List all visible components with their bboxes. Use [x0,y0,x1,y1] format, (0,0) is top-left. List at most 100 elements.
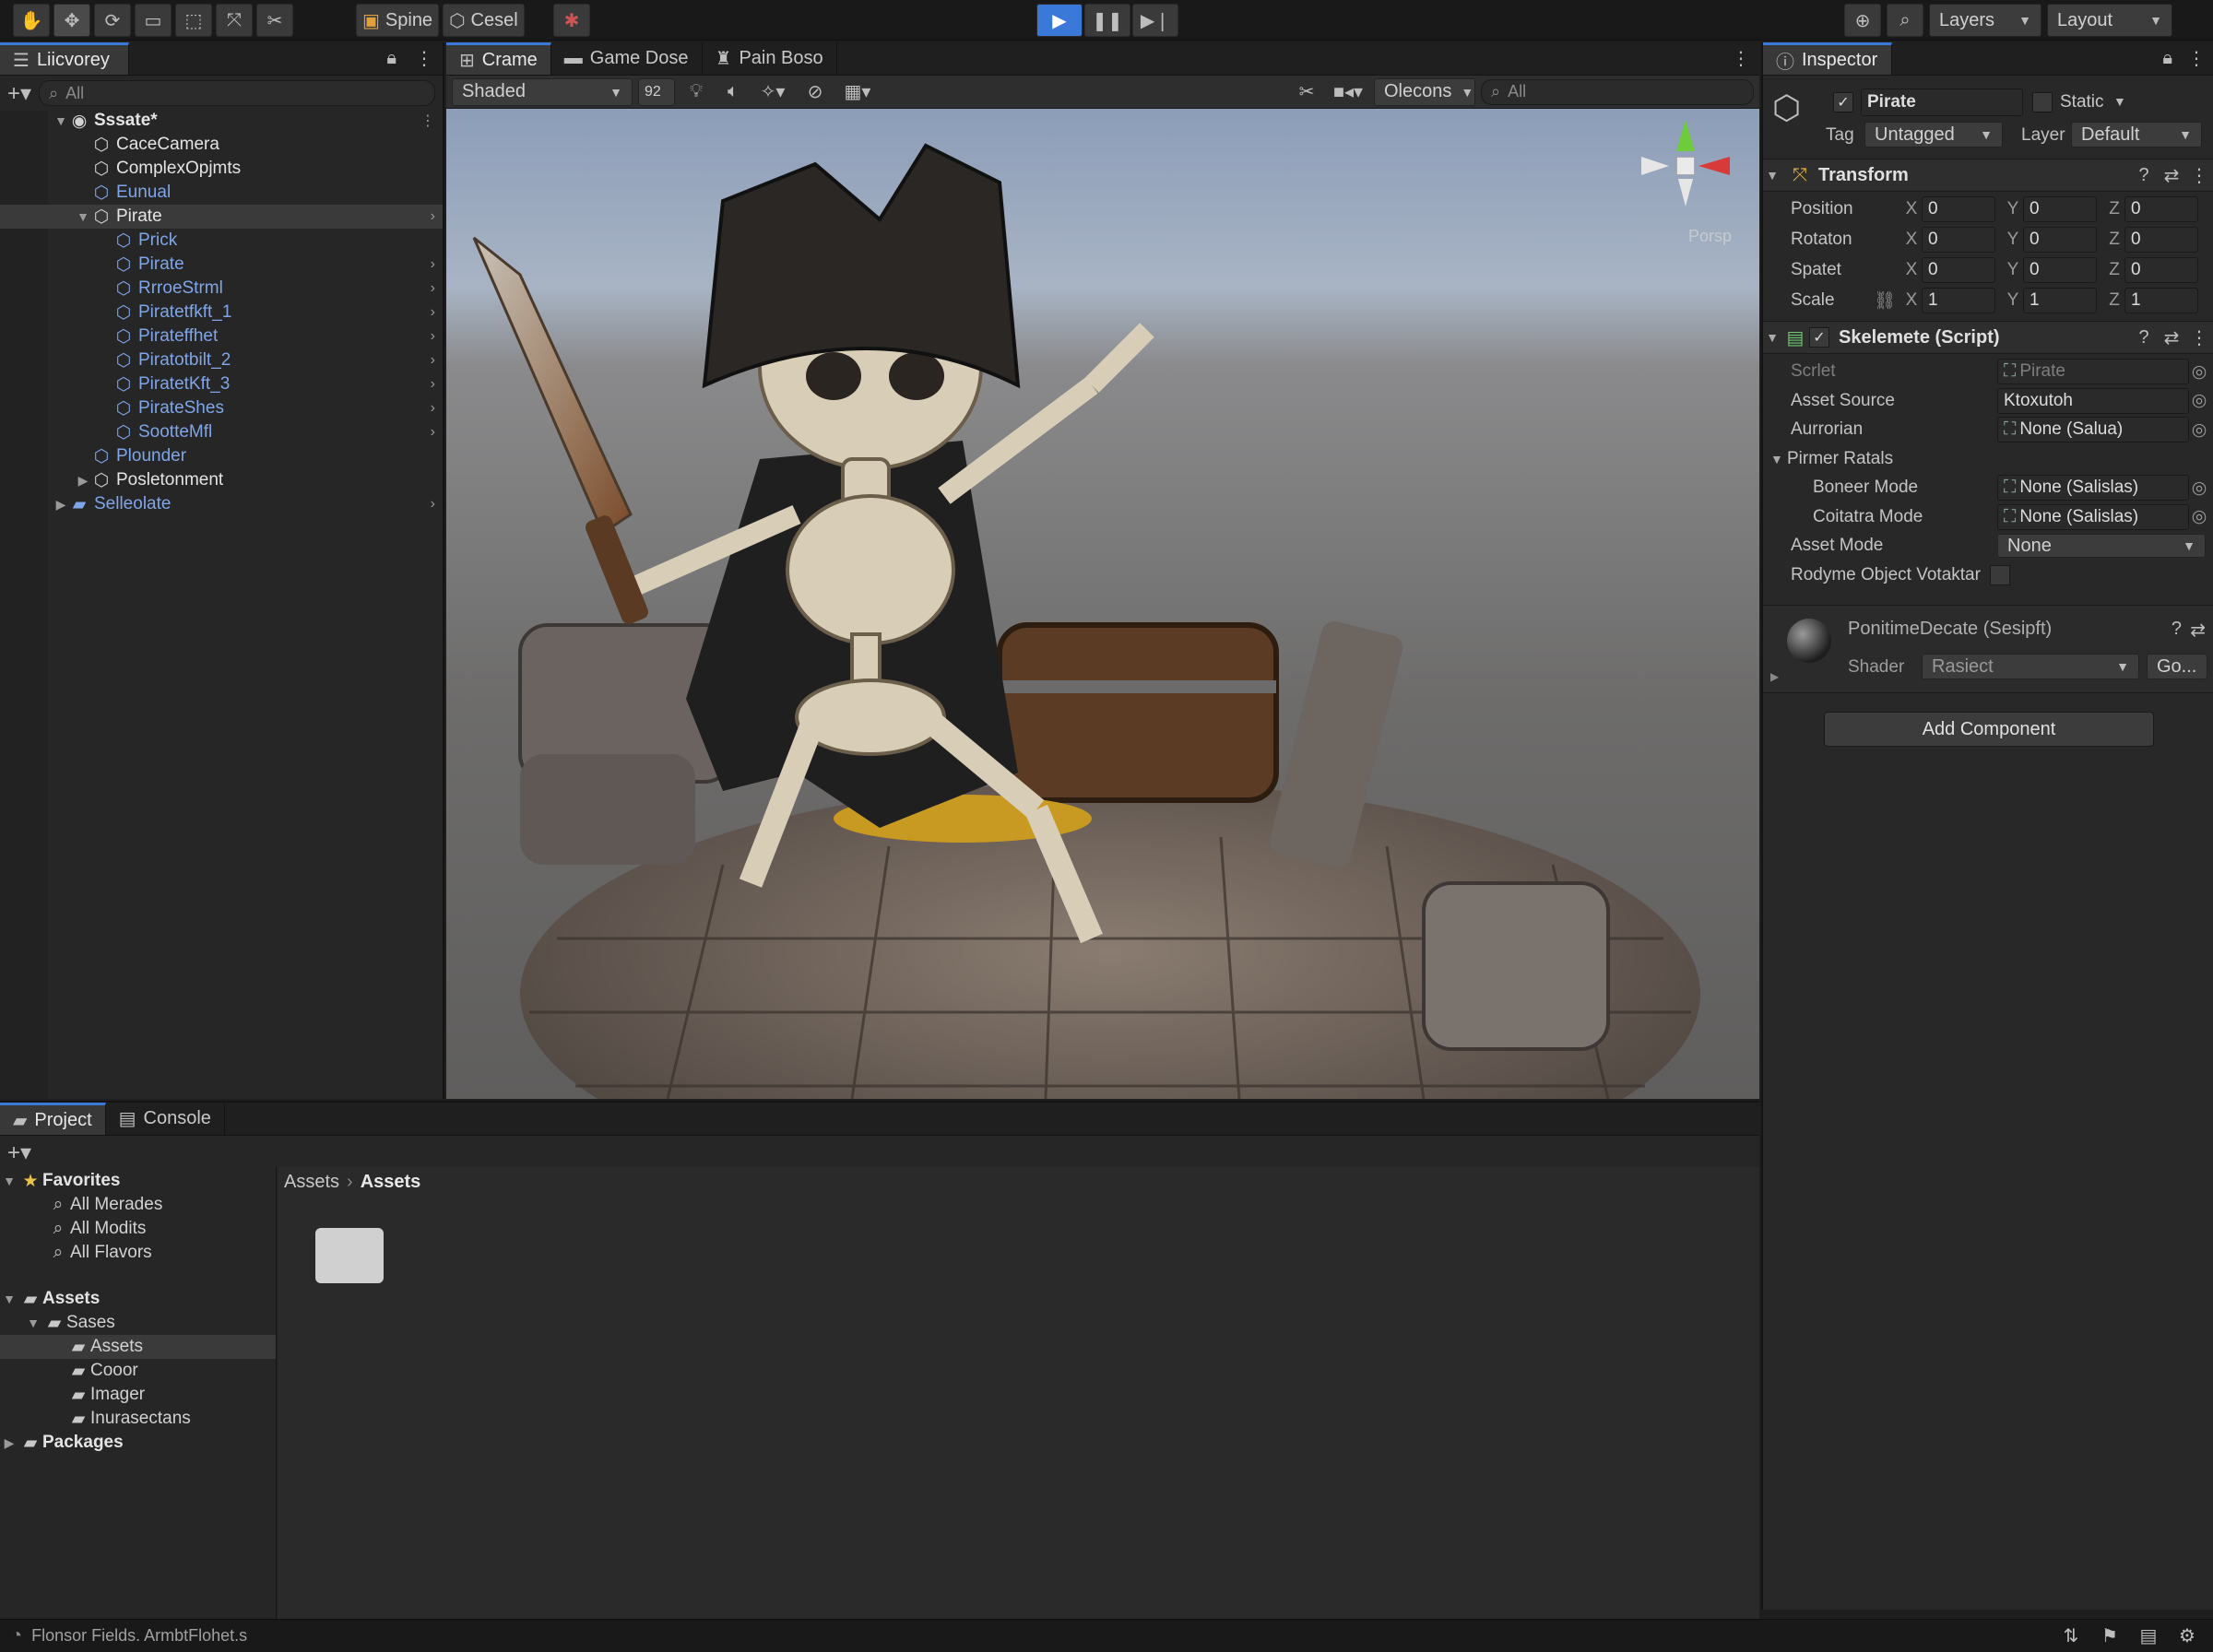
object-picker-icon[interactable]: ◎ [2189,419,2209,441]
layout-dropdown[interactable]: Layout ▼ [2047,4,2172,37]
help-icon[interactable]: ? [2130,165,2158,186]
hierarchy-item[interactable]: ⬡ SootteMfl › [0,420,443,444]
hierarchy-item[interactable]: ⬡ Piratetfkft_1 › [0,301,443,324]
preset-icon[interactable]: ⇄ [2158,326,2185,349]
breadcrumb-item[interactable]: Assets [284,1172,339,1193]
hierarchy-item[interactable]: ⬡ Plounder [0,444,443,468]
field-dropdown[interactable]: None ▼ [1997,534,2206,558]
lock-icon[interactable]: 🔒︎ [2155,42,2180,75]
hierarchy-item[interactable]: ▶ ⬡ Posletonment [0,468,443,492]
object-picker-icon[interactable]: ◎ [2189,478,2209,499]
help-icon[interactable]: ? [2130,327,2158,348]
transform-y-field[interactable]: 0 [2023,196,2097,222]
transform-z-field[interactable]: 1 [2124,288,2198,313]
lock-icon[interactable]: 🔒︎ [377,42,406,75]
favorites-row[interactable]: ▼ ★ Favorites [0,1169,276,1193]
add-component-button[interactable]: Add Component [1824,712,2154,747]
expand-arrow-icon[interactable]: ▼ [0,1174,18,1188]
object-field[interactable]: ⛶ None (Salislas) [1997,475,2189,501]
expand-arrow-icon[interactable]: ▼ [1763,452,1783,466]
chevron-right-icon[interactable]: › [431,400,435,417]
step-button[interactable]: ▶❘ [1132,4,1178,37]
expand-arrow-icon[interactable]: ▼ [0,1292,18,1306]
field-checkbox[interactable] [1990,564,2010,585]
tab-inspector[interactable]: ⓘ Inspector [1763,42,1892,75]
transform-y-field[interactable]: 0 [2023,257,2097,283]
script-enabled-checkbox[interactable]: ✓ [1809,327,1829,348]
shading-dropdown[interactable]: Shaded ▼ [452,77,633,106]
search-button[interactable]: ⌕ [1887,4,1923,37]
kebab-menu-icon[interactable]: ⋮ [406,42,443,75]
object-picker-icon[interactable]: ◎ [2189,506,2209,527]
tab-project[interactable]: ▰ Project [0,1103,106,1135]
spine-button[interactable]: ▣ Spine [356,4,440,37]
chevron-right-icon[interactable]: › [431,496,435,513]
subfolder-row[interactable]: ▰ Imager [0,1383,276,1407]
rotate-tool-button[interactable]: ⟳ [94,4,131,37]
expand-arrow-icon[interactable]: ▶ [52,497,70,513]
layers-dropdown[interactable]: Layers ▼ [1929,4,2041,37]
favorite-item[interactable]: ⌕ All Merades [0,1193,276,1217]
hierarchy-item[interactable]: ⬡ PiratetKft_3 › [0,372,443,396]
cesel-button[interactable]: ⬡ Cesel [443,4,525,37]
subfolder-row[interactable]: ▰ Assets [0,1335,276,1359]
effects-icon[interactable]: ✧▾ [754,80,791,103]
hidden-icon[interactable]: ⊘ [797,80,834,103]
object-field[interactable]: ⛶ None (Salua) [1997,417,2189,442]
tab-paint[interactable]: ♜ Pain Boso [703,42,837,75]
kebab-menu-icon[interactable]: ⋮ [420,112,435,130]
shader-go-button[interactable]: Go... [2147,654,2207,679]
active-checkbox[interactable]: ✓ [1833,92,1853,112]
kebab-menu-icon[interactable]: ⋮ [2180,42,2213,75]
chevron-right-icon[interactable]: › [431,424,435,441]
tools-icon[interactable]: ✂ [1291,80,1322,103]
add-icon[interactable]: +▾ [7,80,31,107]
transform-z-field[interactable]: 0 [2124,196,2198,222]
hierarchy-item[interactable]: ⬡ Eunual [0,181,443,205]
console-icon[interactable]: ▤ [2134,1624,2163,1647]
expand-arrow-icon[interactable]: ▼ [1763,330,1781,345]
transform-y-field[interactable]: 0 [2023,227,2097,253]
expand-arrow-icon[interactable]: ▶ [0,1435,18,1451]
transform-header[interactable]: ▼ ⤧ Transform ? ⇄ ⋮ [1763,159,2213,192]
hand-tool-button[interactable]: ✋ [13,4,50,37]
collab-button[interactable]: ⊕ [1844,4,1881,37]
object-field[interactable]: ⛶ None (Salislas) [1997,503,2189,530]
pause-button[interactable]: ❚❚ [1084,4,1130,37]
hierarchy-item[interactable]: ⬡ Pirate › [0,253,443,277]
tab-console[interactable]: ▤ Console [106,1103,225,1135]
folder-thumbnail-icon[interactable] [315,1228,384,1283]
gizmos-dropdown[interactable]: Olecons ▼ [1374,77,1475,106]
play-button[interactable]: ▶ [1036,4,1083,37]
layer-dropdown[interactable]: Default ▼ [2071,122,2202,148]
chevron-right-icon[interactable]: › [431,304,435,321]
scene-viewport[interactable]: Porsp [446,109,1759,1099]
hierarchy-item[interactable]: ▼ ⬡ Pirate › [0,205,443,229]
kebab-menu-icon[interactable]: ⋮ [2185,164,2213,187]
hierarchy-item[interactable]: ⬡ Pirateffhet › [0,324,443,348]
bell-icon[interactable]: ⚑ [2095,1624,2124,1647]
tab-scene[interactable]: ⊞ Crame [446,42,551,75]
assets-row[interactable]: ▼ ▰ Assets [0,1287,276,1311]
scene-search-input[interactable]: ⌕ All [1481,78,1754,105]
hierarchy-item[interactable]: ⬡ ComplexOpjmts [0,157,443,181]
expand-arrow-icon[interactable]: ▶ [1770,670,1779,683]
scale-tool-button[interactable]: ⬚ [175,4,212,37]
help-icon[interactable]: ? [2172,619,2182,640]
tab-game[interactable]: ▬ Game Dose [551,42,703,75]
hierarchy-item[interactable]: ⬡ CaceCamera [0,133,443,157]
transform-x-field[interactable]: 1 [1922,288,1995,313]
subfolder-row[interactable]: ▰ Cooor [0,1359,276,1383]
preset-icon[interactable]: ⇄ [2158,164,2185,187]
network-icon[interactable]: ⇅ [2056,1624,2086,1647]
shader-dropdown[interactable]: Rasiect ▼ [1922,654,2139,679]
rect-tool-button[interactable]: ▭ [135,4,172,37]
settings-icon[interactable]: ⚙ [2172,1624,2202,1647]
tab-hierarchy[interactable]: ☰ Liicvorey [0,42,129,75]
expand-arrow-icon[interactable]: ▶ [74,473,92,489]
grid-toggle-icon[interactable]: ▦▾ [839,80,876,103]
chevron-down-icon[interactable]: ▼ [2113,94,2126,109]
chevron-right-icon[interactable]: › [431,376,435,393]
add-icon[interactable]: +▾ [7,1139,31,1166]
script-header[interactable]: ▼ ▤ ✓ Skelemete (Script) ? ⇄ ⋮ [1763,321,2213,354]
